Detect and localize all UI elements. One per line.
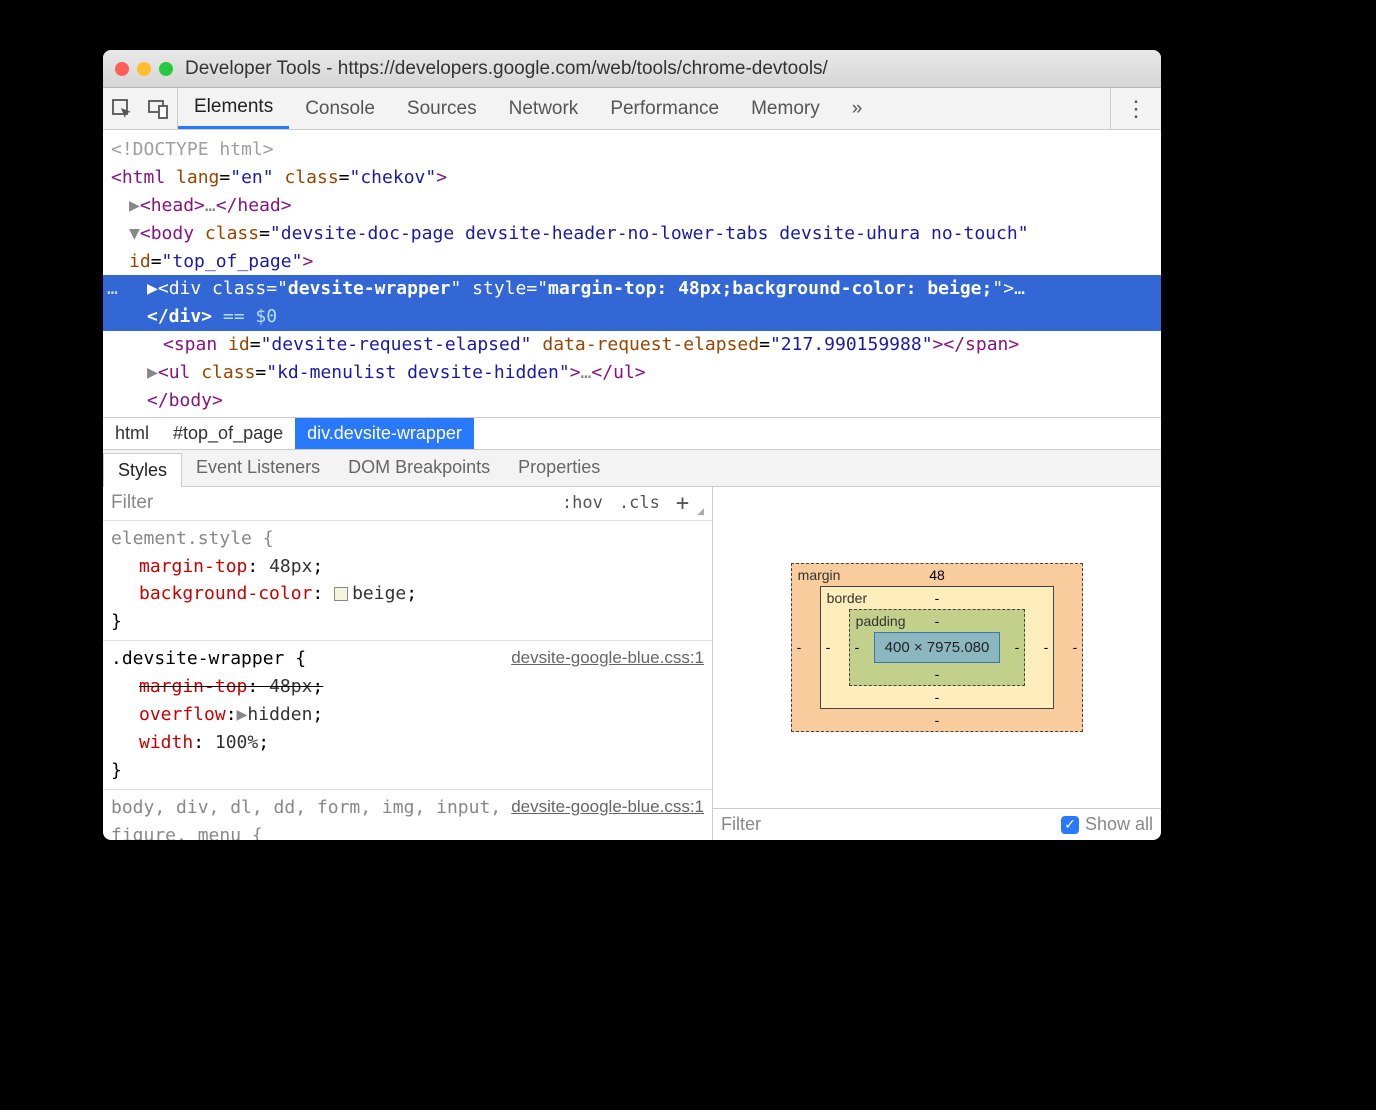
tab-performance[interactable]: Performance: [594, 88, 735, 129]
main-toolbar: Elements Console Sources Network Perform…: [103, 88, 1161, 130]
breadcrumb: html #top_of_page div.devsite-wrapper: [103, 417, 1161, 449]
crumb-html[interactable]: html: [103, 418, 161, 449]
margin-bottom-value: -: [935, 712, 940, 728]
zoom-button[interactable]: [159, 62, 173, 76]
tab-more[interactable]: »: [836, 88, 879, 129]
border-bottom-value: -: [935, 689, 940, 705]
dom-html[interactable]: <html lang="en" class="chekov">: [111, 164, 1153, 192]
tab-memory[interactable]: Memory: [735, 88, 836, 129]
border-right-value: -: [1044, 639, 1049, 655]
crumb-selected[interactable]: div.devsite-wrapper: [295, 418, 474, 449]
margin-left-value: -: [797, 639, 802, 655]
traffic-lights: [115, 62, 173, 76]
subtab-event-listeners[interactable]: Event Listeners: [182, 450, 334, 486]
border-top-value: -: [935, 590, 940, 606]
panel-tabs: Elements Console Sources Network Perform…: [178, 88, 1110, 129]
padding-right-value: -: [1015, 639, 1020, 655]
color-swatch[interactable]: [334, 587, 348, 601]
subtab-dom-breakpoints[interactable]: DOM Breakpoints: [334, 450, 504, 486]
subpanel-tabs: Styles Event Listeners DOM Breakpoints P…: [103, 449, 1161, 487]
selector-element-style: element.style {: [111, 525, 704, 553]
inspect-element-icon[interactable]: [111, 98, 133, 120]
computed-pane: margin 48 - - - border - - - - padding: [713, 487, 1161, 840]
margin-top-value: 48: [929, 567, 945, 583]
subtab-styles[interactable]: Styles: [103, 453, 182, 487]
dom-ul[interactable]: ▶<ul class="kd-menulist devsite-hidden">…: [111, 359, 1153, 387]
rule-reset[interactable]: devsite-google-blue.css:1 body, div, dl,…: [103, 790, 712, 840]
tab-elements[interactable]: Elements: [178, 88, 289, 129]
subtab-properties[interactable]: Properties: [504, 450, 614, 486]
close-button[interactable]: [115, 62, 129, 76]
dom-doctype[interactable]: <!DOCTYPE html>: [111, 136, 1153, 164]
styles-filter-bar: Filter :hov .cls + ◢: [103, 487, 712, 521]
kebab-menu-icon[interactable]: ⋮: [1125, 96, 1147, 122]
margin-right-value: -: [1073, 639, 1078, 655]
source-link[interactable]: devsite-google-blue.css:1: [511, 645, 704, 671]
content-dimensions: 400 × 7975.080: [874, 632, 1001, 663]
hov-button[interactable]: :hov: [554, 493, 611, 513]
new-style-rule-button[interactable]: +: [668, 491, 697, 516]
padding-bottom-value: -: [935, 666, 940, 682]
lower-split: Filter :hov .cls + ◢ element.style { mar…: [103, 487, 1161, 840]
rule-element-style[interactable]: element.style { margin-top: 48px; backgr…: [103, 521, 712, 642]
styles-pane: Filter :hov .cls + ◢ element.style { mar…: [103, 487, 713, 840]
dom-tree[interactable]: <!DOCTYPE html> <html lang="en" class="c…: [103, 130, 1161, 417]
padding-label: padding: [856, 613, 906, 629]
margin-label: margin: [798, 567, 841, 583]
showall-label: Show all: [1085, 814, 1153, 835]
rule-devsite-wrapper[interactable]: devsite-google-blue.css:1 .devsite-wrapp…: [103, 641, 712, 789]
style-rules: element.style { margin-top: 48px; backgr…: [103, 521, 712, 840]
dom-body-close[interactable]: </body>: [111, 387, 1153, 415]
computed-filter-input[interactable]: Filter: [721, 814, 761, 835]
showall-checkbox[interactable]: ✓: [1061, 816, 1079, 834]
filter-input[interactable]: Filter: [111, 492, 153, 514]
titlebar: Developer Tools - https://developers.goo…: [103, 50, 1161, 88]
padding-left-value: -: [855, 639, 860, 655]
border-left-value: -: [826, 639, 831, 655]
devtools-window: Developer Tools - https://developers.goo…: [103, 50, 1161, 840]
source-link-2[interactable]: devsite-google-blue.css:1: [511, 794, 704, 820]
window-title: Developer Tools - https://developers.goo…: [185, 58, 828, 80]
box-model[interactable]: margin 48 - - - border - - - - padding: [713, 487, 1161, 808]
border-label: border: [827, 590, 867, 606]
dom-body-open[interactable]: ▼<body class="devsite-doc-page devsite-h…: [111, 220, 1153, 248]
cls-button[interactable]: .cls: [611, 493, 668, 513]
crumb-body[interactable]: #top_of_page: [161, 418, 295, 449]
dom-selected-node[interactable]: … ▶<div class="devsite-wrapper" style="m…: [103, 275, 1161, 331]
tab-console[interactable]: Console: [289, 88, 391, 129]
tab-sources[interactable]: Sources: [391, 88, 493, 129]
dom-head[interactable]: ▶<head>…</head>: [111, 192, 1153, 220]
computed-filter-bar: Filter ✓ Show all: [713, 808, 1161, 840]
dom-body-id[interactable]: id="top_of_page">: [111, 248, 1153, 276]
padding-top-value: -: [935, 613, 940, 629]
device-toolbar-icon[interactable]: [147, 98, 169, 120]
minimize-button[interactable]: [137, 62, 151, 76]
dom-span[interactable]: <span id="devsite-request-elapsed" data-…: [111, 331, 1153, 359]
filter-triangle-icon: ◢: [697, 506, 704, 517]
tab-network[interactable]: Network: [493, 88, 595, 129]
